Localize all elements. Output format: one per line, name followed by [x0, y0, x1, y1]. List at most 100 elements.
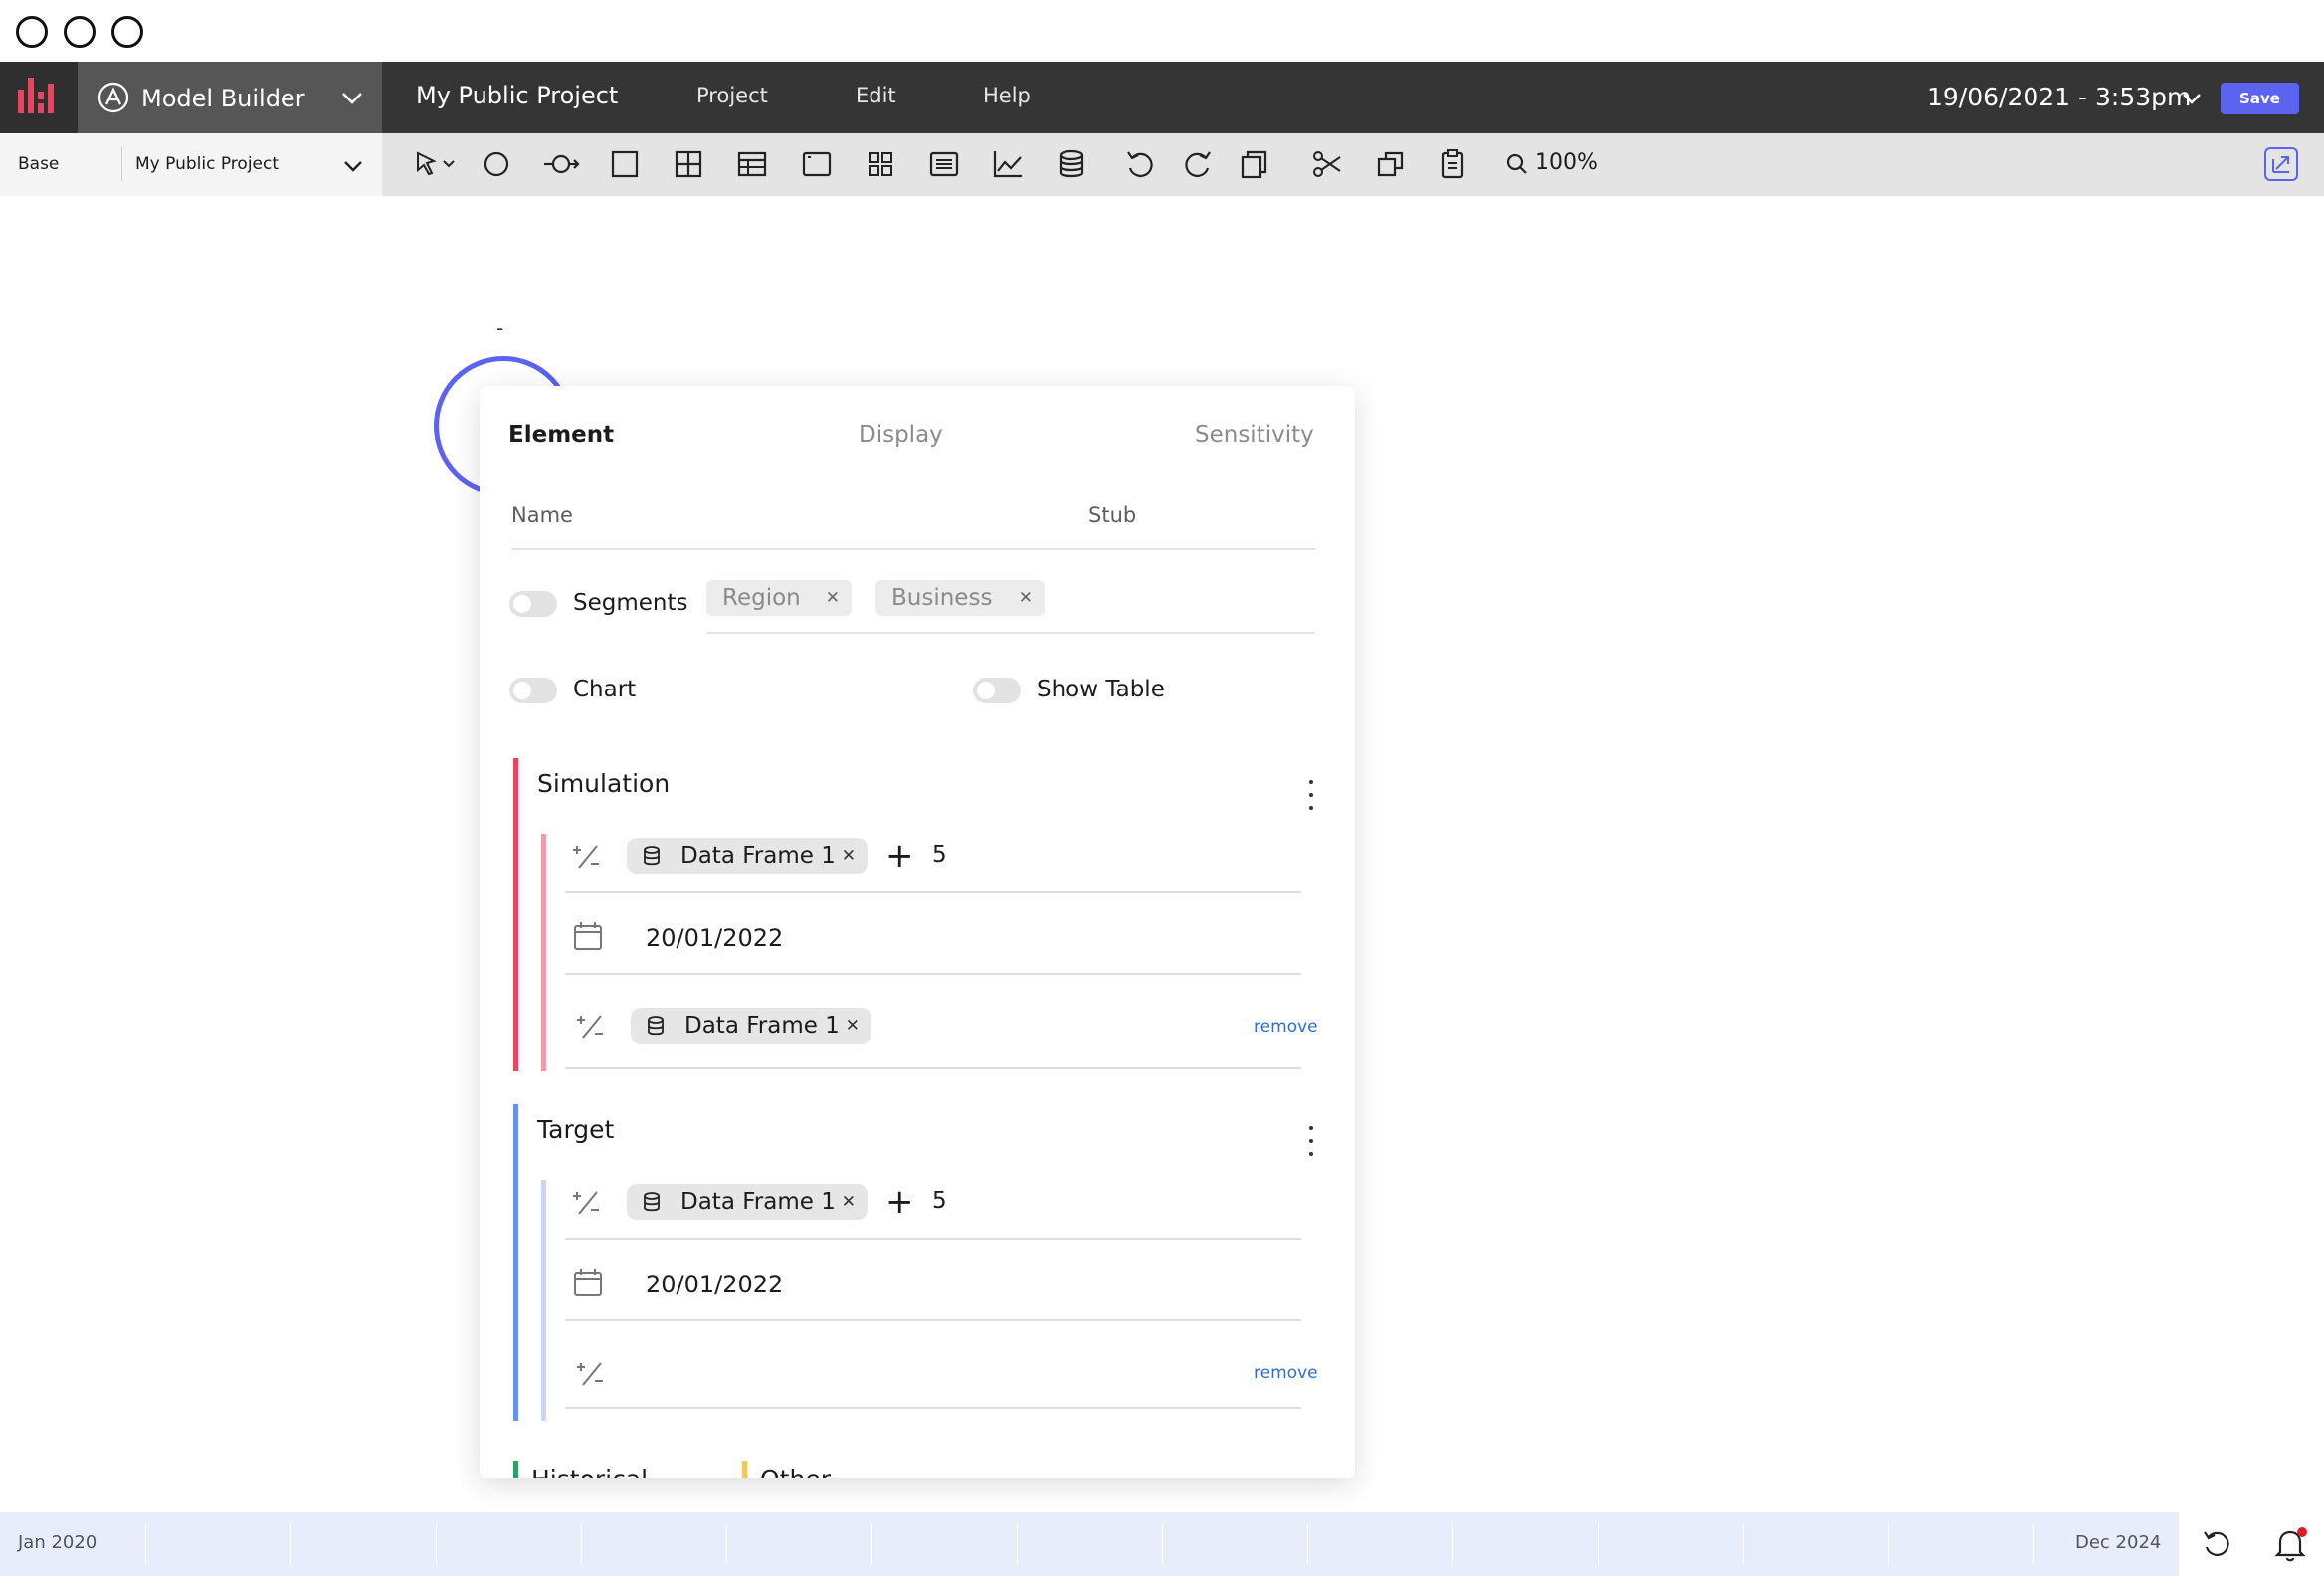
- timeline-tick: [1017, 1524, 1018, 1564]
- remove-tag-icon[interactable]: ✕: [826, 580, 840, 616]
- node-label: -: [496, 316, 504, 340]
- chevron-down-icon[interactable]: [2181, 90, 2203, 107]
- data-frame-chip[interactable]: Data Frame 1 ✕: [627, 838, 868, 874]
- copy-layer-icon[interactable]: [1238, 147, 1271, 181]
- show-table-toggle[interactable]: [973, 678, 1021, 703]
- scenario-bar: Base My Public Project: [0, 133, 382, 196]
- row-divider: [565, 973, 1301, 975]
- name-field-label[interactable]: Name: [511, 503, 573, 527]
- database-icon[interactable]: [1055, 147, 1088, 181]
- segments-toggle[interactable]: [509, 591, 557, 617]
- chart-label: Chart: [573, 677, 637, 702]
- undo-icon[interactable]: [1123, 147, 1157, 181]
- cut-icon[interactable]: [1310, 147, 1344, 181]
- target-sub-bar: [541, 1180, 546, 1421]
- line-chart-icon[interactable]: [991, 147, 1025, 181]
- remove-chip-icon[interactable]: ✕: [842, 1184, 856, 1220]
- square-icon[interactable]: [608, 147, 642, 181]
- target-menu-button[interactable]: [1308, 1126, 1314, 1164]
- show-table-label: Show Table: [1037, 677, 1165, 702]
- chevron-down-icon[interactable]: [342, 157, 364, 175]
- redo-icon[interactable]: [1181, 147, 1215, 181]
- bar-logo-icon: [18, 78, 54, 113]
- chip-count: 5: [932, 842, 947, 868]
- date-value[interactable]: 20/01/2022: [646, 924, 783, 952]
- menu-project[interactable]: Project: [696, 84, 768, 107]
- window-maximize-button[interactable]: [111, 16, 143, 48]
- segments-label: Segments: [573, 590, 688, 616]
- project-select[interactable]: My Public Project: [135, 154, 279, 174]
- duplicate-icon[interactable]: [1374, 147, 1408, 181]
- timeline-tick: [436, 1524, 437, 1564]
- remove-tag-icon[interactable]: ✕: [1019, 580, 1033, 616]
- timeline-tick: [1452, 1524, 1453, 1564]
- plus-minus-icon: [573, 1191, 599, 1215]
- tab-sensitivity[interactable]: Sensitivity: [1195, 422, 1314, 448]
- menu-help[interactable]: Help: [983, 84, 1031, 107]
- simulation-color-bar: [513, 758, 518, 1071]
- segments-underline: [706, 632, 1315, 634]
- add-icon[interactable]: +: [885, 1185, 914, 1219]
- connector-icon[interactable]: [541, 147, 581, 181]
- circle-icon[interactable]: [480, 147, 513, 181]
- simulation-menu-button[interactable]: [1308, 780, 1314, 818]
- target-title: Target: [537, 1115, 615, 1144]
- menu-edit[interactable]: Edit: [856, 84, 896, 107]
- zoom-level[interactable]: 100%: [1535, 150, 1598, 175]
- logo[interactable]: [0, 62, 78, 133]
- scenario-datetime[interactable]: 19/06/2021 - 3:53pm: [1927, 83, 2191, 111]
- segment-tag-business[interactable]: Business ✕: [875, 580, 1045, 616]
- remove-link[interactable]: remove: [1254, 1017, 1318, 1037]
- remove-chip-icon[interactable]: ✕: [846, 1008, 860, 1044]
- share-icon[interactable]: [2262, 145, 2300, 183]
- segment-tag-label: Region: [722, 585, 801, 611]
- other-title: Other: [760, 1465, 831, 1478]
- remove-chip-icon[interactable]: ✕: [842, 838, 856, 874]
- select-icon[interactable]: [412, 147, 460, 181]
- chip-count: 5: [932, 1188, 947, 1214]
- chip-label: Data Frame 1: [680, 843, 836, 869]
- bell-icon[interactable]: [2270, 1524, 2310, 1564]
- grid-icon[interactable]: [672, 147, 705, 181]
- project-title: My Public Project: [416, 82, 619, 109]
- chart-toggle[interactable]: [509, 678, 557, 703]
- timeline-tick: [145, 1524, 146, 1564]
- plus-minus-icon: [577, 1015, 603, 1039]
- list-icon[interactable]: [927, 147, 961, 181]
- date-value[interactable]: 20/01/2022: [646, 1271, 783, 1298]
- save-button[interactable]: Save: [2221, 83, 2299, 114]
- add-icon[interactable]: +: [885, 839, 914, 873]
- row-divider: [565, 891, 1301, 893]
- stub-field-label[interactable]: Stub: [1088, 503, 1136, 527]
- row-divider: [565, 1407, 1301, 1409]
- timeline-start: Jan 2020: [18, 1532, 97, 1553]
- window-minimize-button[interactable]: [64, 16, 96, 48]
- segment-tag-region[interactable]: Region ✕: [706, 580, 852, 616]
- clipboard-icon[interactable]: [1436, 147, 1469, 181]
- scenario-label[interactable]: Base: [18, 154, 59, 174]
- tiles-icon[interactable]: [864, 147, 897, 181]
- timeline-bar[interactable]: Jan 2020 Dec 2024: [0, 1512, 2179, 1576]
- tab-display[interactable]: Display: [859, 422, 943, 448]
- frame-icon[interactable]: [800, 147, 834, 181]
- chip-label: Data Frame 1: [684, 1013, 840, 1039]
- table-icon[interactable]: [735, 147, 769, 181]
- toolbar: 100%: [382, 133, 2324, 196]
- data-frame-chip[interactable]: Data Frame 1 ✕: [631, 1008, 872, 1044]
- simulation-title: Simulation: [537, 769, 671, 798]
- data-frame-chip[interactable]: Data Frame 1 ✕: [627, 1184, 868, 1220]
- database-icon: [644, 1192, 660, 1212]
- app-name: Model Builder: [141, 85, 305, 112]
- calendar-icon[interactable]: [571, 1266, 605, 1299]
- window-close-button[interactable]: [16, 16, 48, 48]
- chip-label: Data Frame 1: [680, 1189, 836, 1215]
- timeline-end: Dec 2024: [2075, 1532, 2162, 1553]
- remove-link[interactable]: remove: [1254, 1363, 1318, 1383]
- zoom-icon[interactable]: [1500, 147, 1534, 181]
- history-icon[interactable]: [2201, 1527, 2234, 1561]
- divider: [121, 147, 122, 181]
- tab-element[interactable]: Element: [508, 422, 614, 448]
- calendar-icon[interactable]: [571, 919, 605, 953]
- other-color-bar: [742, 1461, 747, 1478]
- target-color-bar: [513, 1104, 518, 1421]
